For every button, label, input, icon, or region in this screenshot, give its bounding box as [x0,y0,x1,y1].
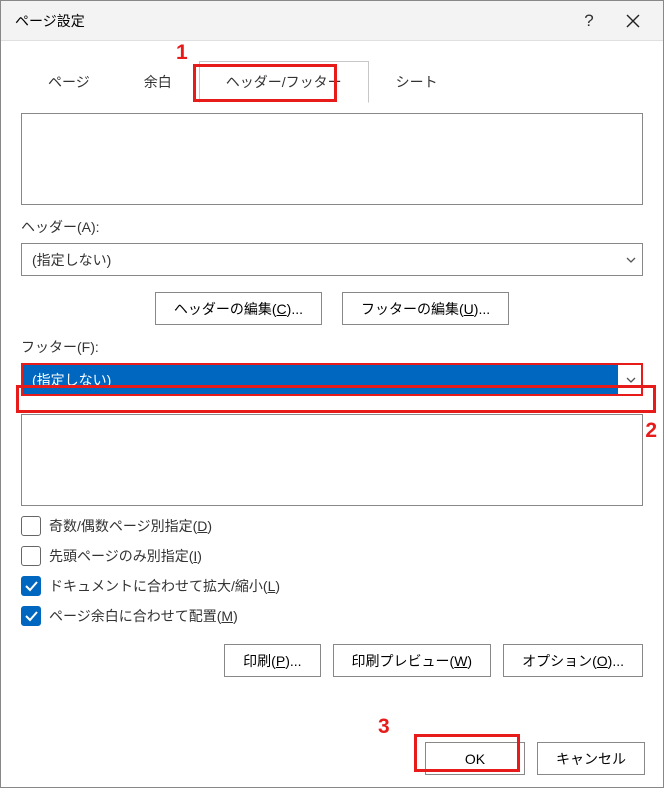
cancel-button[interactable]: キャンセル [537,742,645,775]
first-page-label: 先頭ページのみ別指定(I) [49,546,202,566]
header-preview [21,113,643,205]
first-page-checkbox-row[interactable]: 先頭ページのみ別指定(I) [21,546,643,566]
annotation-number-3: 3 [378,715,390,739]
first-page-checkbox[interactable] [21,546,41,566]
dialog-content: ページ 余白 ヘッダー/フッター シート ヘッダー(A): (指定しない) ヘッ… [1,41,663,691]
footer-combo-value: (指定しない) [22,364,618,395]
tab-sheet[interactable]: シート [369,61,465,103]
tab-strip: ページ 余白 ヘッダー/フッター シート [21,61,643,103]
footer-combo[interactable]: (指定しない) [21,363,643,396]
chevron-down-icon[interactable] [618,364,642,395]
odd-even-label: 奇数/偶数ページ別指定(D) [49,516,212,536]
scale-doc-label: ドキュメントに合わせて拡大/縮小(L) [49,576,280,596]
scale-doc-checkbox[interactable] [21,576,41,596]
header-combo-value: (指定しない) [22,244,618,275]
footer-label: フッター(F): [21,337,643,357]
close-button[interactable] [611,1,655,41]
odd-even-checkbox-row[interactable]: 奇数/偶数ページ別指定(D) [21,516,643,536]
align-margins-checkbox[interactable] [21,606,41,626]
edit-header-button[interactable]: ヘッダーの編集(C)... [155,292,322,325]
options-button[interactable]: オプション(O)... [503,644,643,677]
odd-even-checkbox[interactable] [21,516,41,536]
dialog-title: ページ設定 [15,11,85,31]
header-label: ヘッダー(A): [21,217,643,237]
footer-preview [21,414,643,506]
tab-page[interactable]: ページ [21,61,117,103]
align-margins-checkbox-row[interactable]: ページ余白に合わせて配置(M) [21,606,643,626]
page-setup-dialog: ページ設定 ? ページ 余白 ヘッダー/フッター シート ヘッダー(A): (指… [0,0,664,788]
print-preview-button[interactable]: 印刷プレビュー(W) [333,644,492,677]
tab-margins[interactable]: 余白 [117,61,199,103]
tab-header-footer[interactable]: ヘッダー/フッター [199,61,369,103]
print-button[interactable]: 印刷(P)... [224,644,320,677]
chevron-down-icon[interactable] [618,244,642,275]
help-button[interactable]: ? [567,1,611,41]
scale-doc-checkbox-row[interactable]: ドキュメントに合わせて拡大/縮小(L) [21,576,643,596]
align-margins-label: ページ余白に合わせて配置(M) [49,606,238,626]
annotation-number-2: 2 [645,419,657,443]
title-bar: ページ設定 ? [1,1,663,41]
annotation-number-1: 1 [176,41,188,65]
edit-footer-button[interactable]: フッターの編集(U)... [342,292,509,325]
ok-button[interactable]: OK [425,742,525,775]
header-combo[interactable]: (指定しない) [21,243,643,276]
